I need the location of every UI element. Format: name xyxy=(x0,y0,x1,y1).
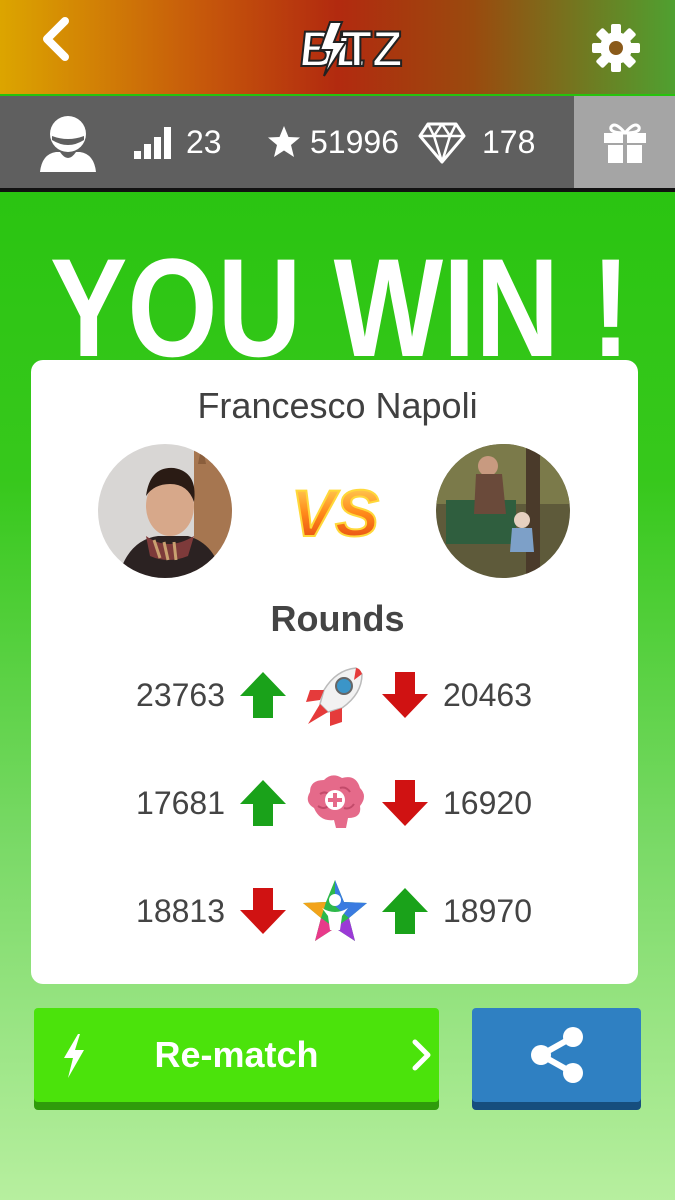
player-score: 23763 xyxy=(136,677,225,713)
opponent-avatar[interactable] xyxy=(436,444,570,578)
diamond-icon xyxy=(418,122,466,164)
share-button[interactable] xyxy=(472,1008,641,1110)
rematch-label: Re-match xyxy=(154,1034,319,1075)
player-photo xyxy=(98,444,232,578)
star-person-icon xyxy=(303,880,367,941)
down-arrow-icon xyxy=(382,780,428,826)
star-icon xyxy=(268,126,300,157)
up-arrow-icon xyxy=(240,780,286,826)
svg-text:VS: VS xyxy=(291,476,379,550)
user-icon xyxy=(40,116,96,172)
up-arrow-icon xyxy=(382,888,428,934)
settings-button[interactable] xyxy=(588,20,644,76)
brain-icon xyxy=(307,775,364,828)
stars-stat: 51996 xyxy=(266,96,399,188)
vs-badge: VS xyxy=(290,475,380,551)
opponent-name: Francesco Napoli xyxy=(197,385,478,426)
level-value: 23 xyxy=(186,123,222,160)
opponent-photo xyxy=(436,444,570,578)
blitz-logo: BL TZ xyxy=(296,20,404,78)
chevron-right-icon xyxy=(412,1039,431,1071)
share-button-face xyxy=(472,1008,641,1102)
svg-text:TZ: TZ xyxy=(341,21,402,77)
back-button[interactable] xyxy=(30,14,80,64)
signal-icon xyxy=(134,127,171,159)
level-stat: 23 xyxy=(134,96,222,188)
opponent-score: 18970 xyxy=(443,893,532,929)
down-arrow-icon xyxy=(240,888,286,934)
round-row: 17681 16920 xyxy=(0,768,675,838)
opponent-score: 20463 xyxy=(443,677,532,713)
round-row: 23763 20463 xyxy=(0,660,675,730)
rocket-icon xyxy=(306,667,363,726)
stars-value: 51996 xyxy=(310,123,399,160)
opponent-score: 16920 xyxy=(443,785,532,821)
gift-icon xyxy=(603,123,646,163)
player-avatar[interactable] xyxy=(98,444,232,578)
up-arrow-icon xyxy=(240,672,286,718)
profile-button[interactable] xyxy=(36,96,100,188)
rematch-button[interactable]: Re-match xyxy=(34,1008,439,1110)
gear-icon xyxy=(592,24,640,72)
round-row: 18813 18970 xyxy=(0,876,675,946)
share-icon xyxy=(530,1027,583,1083)
down-arrow-icon xyxy=(382,672,428,718)
gems-stat: 178 xyxy=(418,96,535,188)
rounds-title: Rounds xyxy=(270,598,405,639)
player-score: 17681 xyxy=(136,785,225,821)
back-icon xyxy=(43,17,69,61)
win-title: YOU WIN ! xyxy=(50,229,630,378)
gift-button[interactable] xyxy=(574,96,675,188)
player-score: 18813 xyxy=(136,893,225,929)
svg-text:YOU WIN !: YOU WIN ! xyxy=(50,229,630,378)
gems-value: 178 xyxy=(482,123,536,160)
